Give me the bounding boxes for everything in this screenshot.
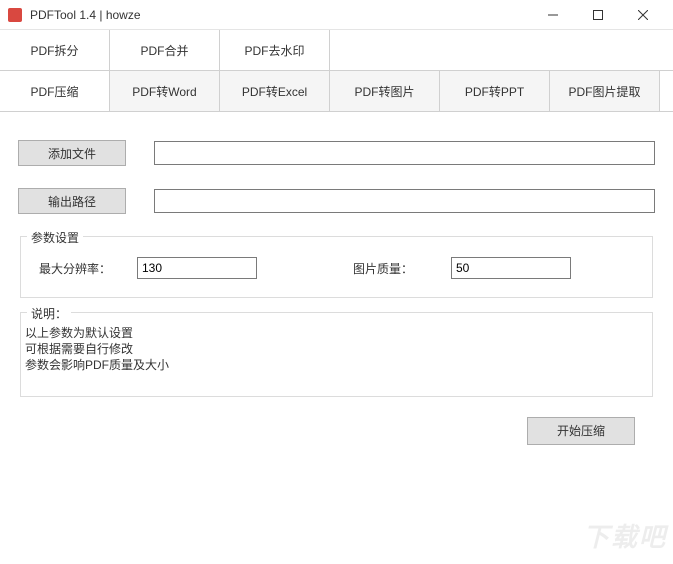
action-row: 开始压缩 — [18, 397, 655, 445]
tab-pdf-to-image[interactable]: PDF转图片 — [330, 71, 440, 111]
tabs-row-2: PDF压缩 PDF转Word PDF转Excel PDF转图片 PDF转PPT … — [0, 71, 673, 112]
window-controls — [530, 1, 665, 29]
tab-pdf-split[interactable]: PDF拆分 — [0, 30, 110, 70]
params-row: 最大分辨率： 图片质量： — [39, 257, 634, 279]
add-file-button[interactable]: 添加文件 — [18, 140, 126, 166]
max-resolution-input[interactable] — [137, 257, 257, 279]
tab-pdf-remove-watermark[interactable]: PDF去水印 — [220, 30, 330, 70]
desc-line-3: 参数会影响PDF质量及大小 — [25, 357, 648, 373]
max-resolution-label: 最大分辨率： — [39, 260, 119, 277]
tabs-row-1: PDF拆分 PDF合并 PDF去水印 — [0, 30, 673, 71]
description-text: 以上参数为默认设置 可根据需要自行修改 参数会影响PDF质量及大小 — [25, 325, 648, 374]
desc-line-2: 可根据需要自行修改 — [25, 341, 648, 357]
tab-pdf-compress[interactable]: PDF压缩 — [0, 71, 110, 111]
add-file-input[interactable] — [154, 141, 655, 165]
tab-pdf-to-word[interactable]: PDF转Word — [110, 71, 220, 111]
add-file-row: 添加文件 — [18, 140, 655, 166]
output-path-row: 输出路径 — [18, 188, 655, 214]
tab-pdf-extract-images[interactable]: PDF图片提取 — [550, 71, 660, 111]
params-legend: 参数设置 — [27, 229, 83, 246]
minimize-button[interactable] — [530, 1, 575, 29]
image-quality-label: 图片质量： — [353, 260, 433, 277]
maximize-button[interactable] — [575, 1, 620, 29]
window-title: PDFTool 1.4 | howze — [30, 8, 530, 22]
description-legend: 说明： — [27, 305, 71, 322]
close-button[interactable] — [620, 1, 665, 29]
description-fieldset: 说明： 以上参数为默认设置 可根据需要自行修改 参数会影响PDF质量及大小 — [20, 312, 653, 397]
watermark-text: 下载吧 — [583, 517, 667, 554]
main-content: 添加文件 输出路径 参数设置 最大分辨率： 图片质量： 说明： 以上参数为默认设… — [0, 112, 673, 455]
image-quality-input[interactable] — [451, 257, 571, 279]
desc-line-1: 以上参数为默认设置 — [25, 325, 648, 341]
tab-pdf-to-ppt[interactable]: PDF转PPT — [440, 71, 550, 111]
params-fieldset: 参数设置 最大分辨率： 图片质量： — [20, 236, 653, 298]
app-icon — [8, 8, 22, 22]
output-path-button[interactable]: 输出路径 — [18, 188, 126, 214]
start-compress-button[interactable]: 开始压缩 — [527, 417, 635, 445]
output-path-input[interactable] — [154, 189, 655, 213]
tab-pdf-to-excel[interactable]: PDF转Excel — [220, 71, 330, 111]
titlebar: PDFTool 1.4 | howze — [0, 0, 673, 30]
tab-pdf-merge[interactable]: PDF合并 — [110, 30, 220, 70]
